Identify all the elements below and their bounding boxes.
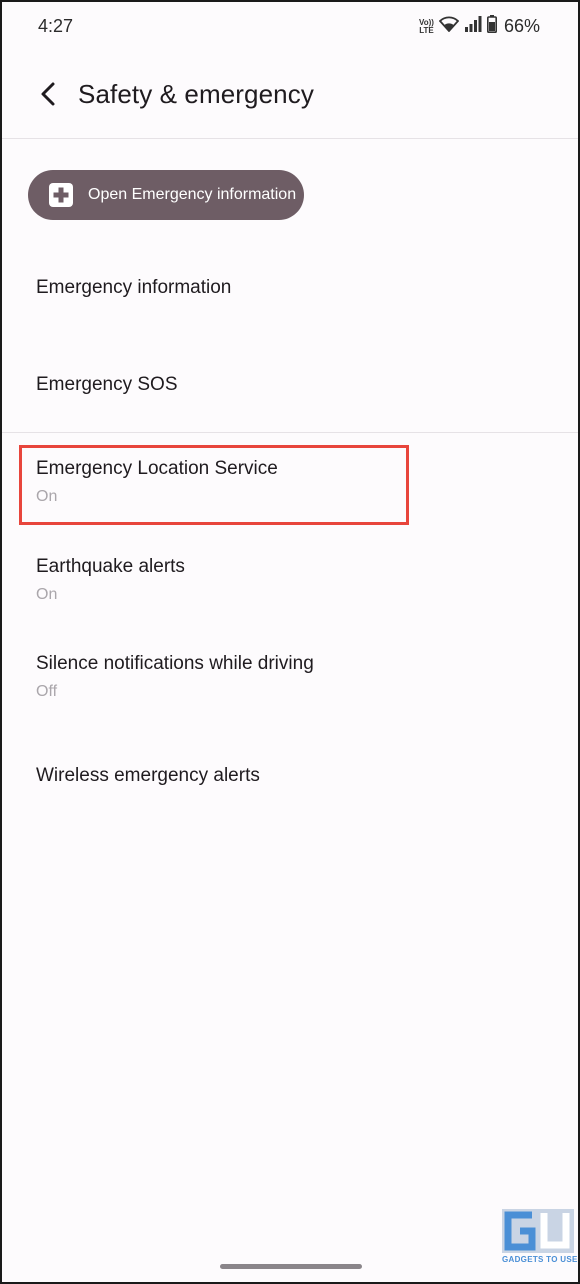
volte-icon: Vo)) LTE: [419, 17, 434, 35]
arrow-left-icon: [41, 82, 55, 106]
battery-icon: [486, 15, 497, 38]
setting-emergency-sos[interactable]: Emergency SOS: [2, 338, 578, 430]
section-divider: [2, 432, 578, 433]
highlight-annotation-box: [19, 445, 409, 525]
setting-status: Off: [36, 683, 58, 700]
setting-title: Earthquake alerts: [36, 556, 185, 577]
setting-emergency-information[interactable]: Emergency information: [2, 242, 578, 332]
gesture-navigation-handle[interactable]: [220, 1264, 362, 1269]
signal-icon: [464, 16, 482, 37]
battery-percentage: 66%: [503, 16, 540, 36]
setting-title: Emergency information: [36, 277, 232, 298]
setting-title: Emergency SOS: [36, 374, 178, 395]
gadgets-to-use-logo-icon: [502, 1209, 574, 1253]
setting-wireless-emergency-alerts[interactable]: Wireless emergency alerts: [2, 732, 578, 820]
setting-title: Wireless emergency alerts: [36, 765, 260, 786]
open-emergency-information-button[interactable]: Open Emergency information: [28, 170, 304, 220]
app-header: Safety & emergency: [2, 50, 578, 139]
wifi-icon: [438, 16, 460, 37]
setting-earthquake-alerts[interactable]: Earthquake alerts On: [2, 536, 578, 632]
status-icons: Vo)) LTE 66%: [419, 15, 540, 38]
watermark-caption: GADGETS TO USE: [502, 1255, 578, 1264]
screenshot-frame: 4:27 Vo)) LTE 66% Safety & emergency Ope…: [0, 0, 580, 1284]
status-bar: 4:27 Vo)) LTE 66%: [2, 2, 578, 50]
medical-plus-icon: [48, 182, 74, 208]
status-time: 4:27: [38, 16, 74, 36]
back-button[interactable]: [30, 76, 66, 112]
gadgets-to-use-watermark: GADGETS TO USE: [502, 1209, 578, 1269]
setting-title: Silence notifications while driving: [36, 653, 314, 674]
page-title: Safety & emergency: [78, 79, 314, 109]
setting-status: On: [36, 586, 58, 603]
setting-silence-notifications-while-driving[interactable]: Silence notifications while driving Off: [2, 634, 578, 730]
open-emergency-information-label: Open Emergency information: [88, 186, 297, 203]
